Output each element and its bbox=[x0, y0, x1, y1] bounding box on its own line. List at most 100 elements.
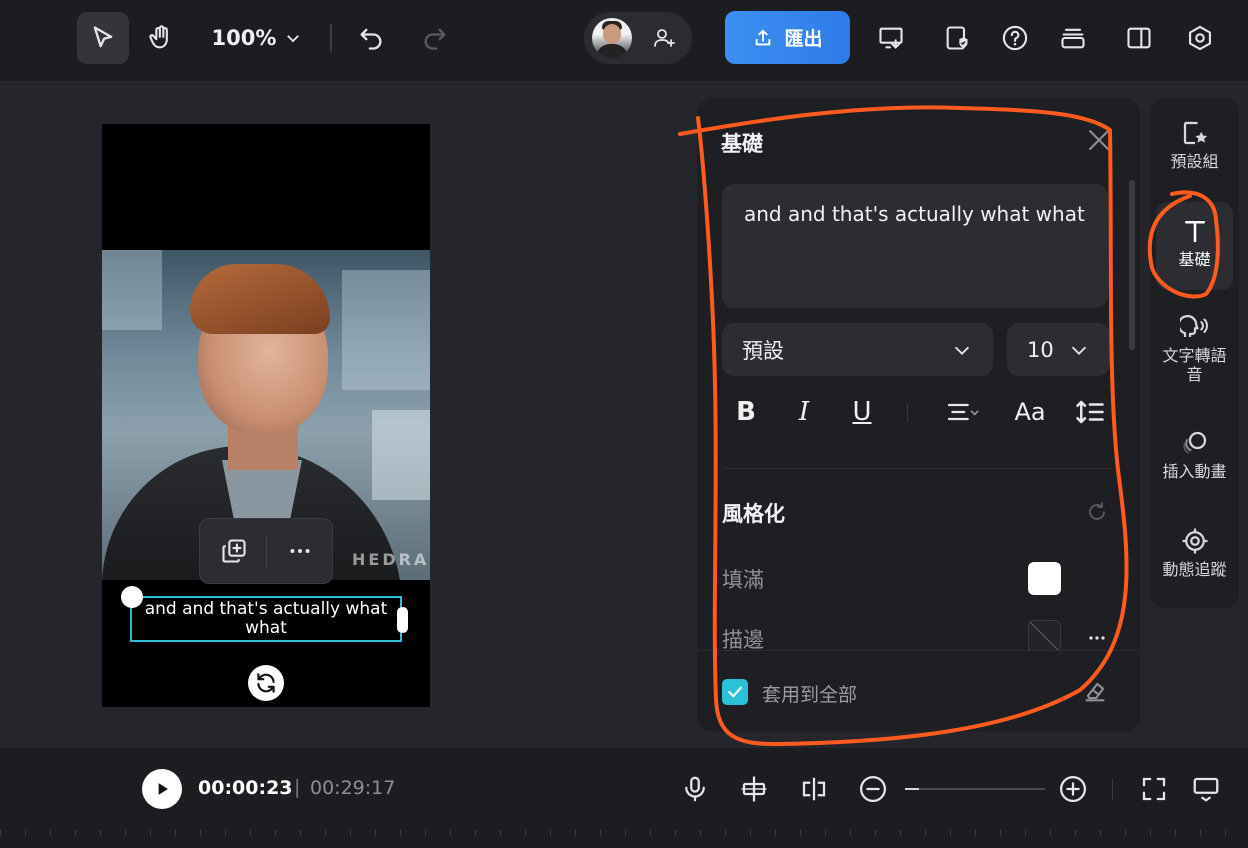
menu-divider bbox=[266, 535, 267, 569]
caption-text-element[interactable]: and and that's actually what what bbox=[121, 586, 408, 642]
caption-text: and and that's actually what what bbox=[144, 599, 388, 638]
undo-button[interactable] bbox=[346, 12, 396, 64]
add-collaborator-button[interactable] bbox=[642, 12, 686, 64]
rail-item-text-to-speech[interactable]: 文字轉語音 bbox=[1150, 312, 1239, 384]
rail-item-presets[interactable]: 預設組 bbox=[1150, 118, 1239, 171]
rail-label-text-to-speech: 文字轉語音 bbox=[1162, 346, 1227, 384]
font-family-value: 預設 bbox=[742, 338, 784, 363]
bg-window bbox=[342, 270, 430, 390]
font-size-select[interactable]: 10 bbox=[1007, 323, 1110, 376]
total-duration: 00:29:17 bbox=[310, 777, 396, 799]
fit-screen-button[interactable] bbox=[1136, 771, 1172, 807]
settings-button[interactable] bbox=[1175, 12, 1225, 64]
panel-footer: 套用到全部 bbox=[697, 650, 1140, 732]
clear-style-button[interactable] bbox=[1081, 677, 1109, 705]
stroke-color-swatch[interactable] bbox=[1028, 620, 1061, 653]
fill-color-swatch[interactable] bbox=[1028, 562, 1061, 595]
text-align-dropdown[interactable] bbox=[940, 390, 986, 434]
avatar[interactable] bbox=[592, 18, 632, 58]
text-case-button[interactable]: Aa bbox=[1010, 390, 1050, 434]
bar-divider bbox=[1112, 778, 1113, 800]
present-button[interactable] bbox=[866, 12, 916, 64]
align-center-icon bbox=[947, 403, 979, 421]
redo-icon bbox=[424, 28, 446, 50]
microphone-icon bbox=[685, 776, 705, 802]
timeline-zoom-slider[interactable] bbox=[905, 788, 1045, 790]
zoom-dropdown[interactable]: 100% bbox=[202, 12, 312, 64]
font-family-select[interactable]: 預設 bbox=[722, 323, 993, 376]
zoom-in-icon bbox=[1060, 776, 1086, 802]
hexagon-settings-icon bbox=[1189, 25, 1211, 51]
more-options-button[interactable] bbox=[278, 529, 322, 573]
preview-mode-button[interactable] bbox=[1188, 771, 1224, 807]
duplicate-button[interactable] bbox=[212, 529, 256, 573]
copyright-check-button[interactable] bbox=[932, 12, 982, 64]
current-time: 00:00:23 bbox=[198, 777, 293, 799]
add-user-icon bbox=[654, 29, 675, 47]
sidebar-icon bbox=[1127, 27, 1151, 49]
monitor-download-icon bbox=[1193, 777, 1219, 802]
chevron-down-icon bbox=[287, 35, 300, 43]
pointer-icon bbox=[93, 26, 113, 48]
font-size-value: 10 bbox=[1027, 337, 1054, 362]
split-vertical-button[interactable] bbox=[796, 771, 832, 807]
bold-button[interactable]: B bbox=[728, 390, 764, 434]
time-separator: | bbox=[294, 776, 301, 798]
rail-item-motion-tracking[interactable]: 動態追蹤 bbox=[1150, 526, 1239, 579]
hand-icon bbox=[149, 25, 168, 49]
export-button[interactable]: 匯出 bbox=[725, 11, 850, 64]
export-label: 匯出 bbox=[784, 28, 823, 50]
apply-all-checkbox[interactable] bbox=[722, 679, 748, 705]
reset-style-button[interactable] bbox=[1085, 500, 1109, 524]
bg-window bbox=[372, 410, 430, 500]
resize-handle-right[interactable] bbox=[397, 607, 408, 633]
toggle-panel-button[interactable] bbox=[1114, 12, 1164, 64]
format-divider bbox=[907, 404, 908, 422]
hand-tool-button[interactable] bbox=[135, 12, 187, 64]
top-toolbar: 100% 匯出 bbox=[0, 0, 1248, 82]
select-tool-button[interactable] bbox=[77, 12, 129, 64]
section-divider bbox=[722, 468, 1112, 469]
zoom-in-button[interactable] bbox=[1055, 771, 1091, 807]
play-button[interactable] bbox=[142, 769, 182, 809]
close-panel-button[interactable] bbox=[1087, 128, 1111, 152]
resize-handle-top-left[interactable] bbox=[121, 586, 143, 608]
fill-label: 填滿 bbox=[722, 568, 764, 592]
rotate-handle[interactable] bbox=[248, 665, 284, 701]
text-properties-panel: 基礎 and and that's actually what what 預設 … bbox=[697, 98, 1140, 732]
underline-button[interactable]: U bbox=[844, 390, 880, 434]
rail-label-presets: 預設組 bbox=[1170, 152, 1219, 171]
play-icon bbox=[158, 783, 168, 795]
text-to-speech-icon bbox=[1179, 315, 1208, 337]
zoom-slider-fill bbox=[905, 788, 919, 790]
split-vertical-icon bbox=[802, 777, 826, 801]
line-spacing-button[interactable] bbox=[1072, 390, 1108, 434]
duplicate-icon bbox=[222, 539, 246, 563]
rail-item-insert-animation[interactable]: 插入動畫 bbox=[1150, 428, 1239, 481]
undo-icon bbox=[360, 28, 382, 50]
rail-item-basic[interactable]: 基礎 bbox=[1156, 202, 1233, 290]
panel-scrollbar[interactable] bbox=[1129, 180, 1135, 350]
split-button[interactable] bbox=[736, 771, 772, 807]
zoom-out-button[interactable] bbox=[855, 771, 891, 807]
timeline-ruler[interactable] bbox=[0, 830, 1248, 848]
voiceover-button[interactable] bbox=[677, 771, 713, 807]
rail-label-insert-animation: 插入動畫 bbox=[1162, 462, 1227, 481]
stylize-section-title: 風格化 bbox=[722, 502, 785, 526]
stroke-more-button[interactable] bbox=[1085, 626, 1109, 650]
text-content-input[interactable]: and and that's actually what what bbox=[722, 184, 1108, 308]
no-color-icon bbox=[1029, 621, 1060, 652]
check-icon bbox=[728, 686, 742, 698]
redo-button[interactable] bbox=[410, 12, 460, 64]
close-icon bbox=[1089, 130, 1109, 150]
italic-button[interactable]: I bbox=[786, 390, 822, 434]
more-horizontal-icon bbox=[290, 549, 310, 553]
panel-title: 基礎 bbox=[721, 132, 763, 156]
zoom-value: 100% bbox=[211, 26, 277, 50]
chevron-down-icon bbox=[1071, 346, 1087, 355]
screen-download-icon bbox=[879, 27, 903, 49]
zoom-out-icon bbox=[860, 776, 886, 802]
shield-check-icon bbox=[946, 26, 968, 50]
help-button[interactable] bbox=[990, 12, 1040, 64]
layers-button[interactable] bbox=[1048, 12, 1098, 64]
